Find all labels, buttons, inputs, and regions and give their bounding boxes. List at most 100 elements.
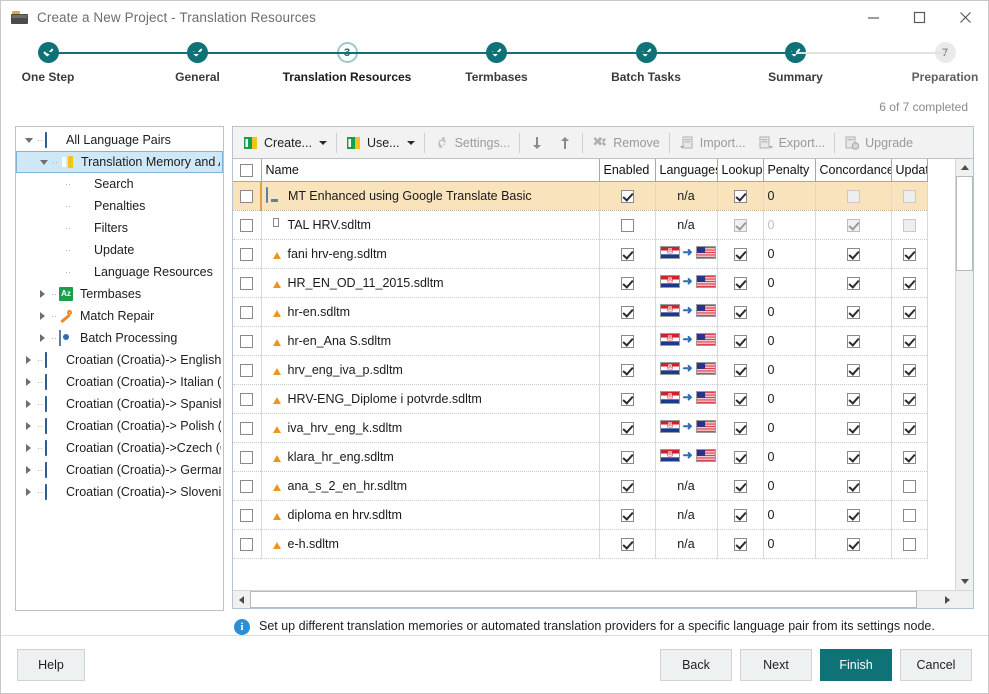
- update-cell[interactable]: [891, 210, 928, 240]
- column-header-concordance[interactable]: Concordance: [815, 159, 892, 182]
- chevron-down-icon[interactable]: [318, 140, 327, 145]
- row-select-checkbox[interactable]: [240, 537, 254, 551]
- concordance-checkbox[interactable]: [846, 537, 860, 551]
- select-all-checkbox[interactable]: [240, 163, 254, 177]
- penalty-cell[interactable]: 0: [763, 384, 816, 414]
- enabled-cell[interactable]: [599, 268, 656, 298]
- table-row[interactable]: HRV-ENG_Diplome i potvrde.sdltm ➜ 0: [233, 384, 928, 414]
- update-cell[interactable]: [891, 442, 928, 472]
- column-header-enabled[interactable]: Enabled: [599, 159, 656, 182]
- column-header-update[interactable]: Updat: [891, 159, 928, 182]
- table-row[interactable]: klara_hr_eng.sdltm ➜ 0: [233, 442, 928, 472]
- tree-item-penalties[interactable]: ·· Penalties: [16, 195, 223, 217]
- row-select-checkbox[interactable]: [240, 276, 254, 290]
- table-row[interactable]: MT Enhanced using Google Translate Basic…: [233, 181, 928, 211]
- penalty-cell[interactable]: 0: [763, 297, 816, 327]
- stepper-step-termbases[interactable]: Termbases: [422, 42, 572, 84]
- expander-expand-icon[interactable]: [36, 312, 49, 320]
- enabled-checkbox[interactable]: [620, 537, 634, 551]
- update-cell[interactable]: [891, 529, 928, 559]
- enabled-checkbox[interactable]: [620, 218, 634, 232]
- row-select-cell[interactable]: [233, 471, 262, 501]
- concordance-cell[interactable]: [815, 268, 892, 298]
- row-select-checkbox[interactable]: [240, 392, 254, 406]
- row-select-checkbox[interactable]: [240, 450, 254, 464]
- update-cell[interactable]: [891, 500, 928, 530]
- table-row[interactable]: iva_hrv_eng_k.sdltm ➜ 0: [233, 413, 928, 443]
- row-select-checkbox[interactable]: [240, 479, 254, 493]
- enabled-checkbox[interactable]: [620, 479, 634, 493]
- update-cell[interactable]: [891, 384, 928, 414]
- lookup-checkbox[interactable]: [733, 421, 747, 435]
- concordance-cell[interactable]: [815, 442, 892, 472]
- cancel-button[interactable]: Cancel: [900, 648, 972, 681]
- penalty-cell[interactable]: 0: [763, 181, 816, 211]
- tree-item-croatian-croatia-slovenian-sl[interactable]: ·· Croatian (Croatia)-> Slovenian (Sl: [16, 481, 223, 503]
- tree-item-language-resources[interactable]: ·· Language Resources: [16, 261, 223, 283]
- vertical-scrollbar[interactable]: [955, 159, 973, 590]
- penalty-cell[interactable]: 0: [763, 471, 816, 501]
- update-cell[interactable]: [891, 239, 928, 269]
- concordance-cell[interactable]: [815, 355, 892, 385]
- enabled-checkbox[interactable]: [620, 508, 634, 522]
- tree-item-croatian-croatia-polish-polan[interactable]: ·· Croatian (Croatia)-> Polish (Polan: [16, 415, 223, 437]
- penalty-cell[interactable]: 0: [763, 529, 816, 559]
- table-row[interactable]: diploma en hrv.sdltm n/a 0: [233, 500, 928, 530]
- import-button[interactable]: Import...: [673, 130, 752, 156]
- update-cell[interactable]: [891, 326, 928, 356]
- concordance-checkbox[interactable]: [846, 392, 860, 406]
- next-button[interactable]: Next: [740, 648, 812, 681]
- lookup-cell[interactable]: [717, 268, 764, 298]
- remove-button[interactable]: Remove: [586, 130, 666, 156]
- lookup-checkbox[interactable]: [733, 189, 747, 203]
- table-row[interactable]: e-h.sdltm n/a 0: [233, 529, 928, 559]
- row-select-cell[interactable]: [233, 384, 262, 414]
- lookup-cell[interactable]: [717, 529, 764, 559]
- lookup-cell[interactable]: [717, 500, 764, 530]
- enabled-checkbox[interactable]: [620, 276, 634, 290]
- row-select-checkbox[interactable]: [240, 247, 254, 261]
- table-row[interactable]: hr-en.sdltm ➜ 0: [233, 297, 928, 327]
- concordance-cell[interactable]: [815, 181, 892, 211]
- upgrade-button[interactable]: Upgrade: [838, 130, 919, 156]
- update-checkbox[interactable]: [902, 305, 916, 319]
- enabled-checkbox[interactable]: [620, 421, 634, 435]
- vertical-scroll-thumb[interactable]: [956, 176, 973, 271]
- tree-item-batch-processing[interactable]: ·· Batch Processing: [16, 327, 223, 349]
- row-select-cell[interactable]: [233, 442, 262, 472]
- enabled-cell[interactable]: [599, 355, 656, 385]
- use-button[interactable]: Use...: [340, 130, 421, 156]
- expander-expand-icon[interactable]: [22, 356, 35, 364]
- enabled-checkbox[interactable]: [620, 392, 634, 406]
- concordance-cell[interactable]: [815, 326, 892, 356]
- row-select-cell[interactable]: [233, 239, 262, 269]
- stepper-step-batch-tasks[interactable]: Batch Tasks: [571, 42, 721, 84]
- enabled-checkbox[interactable]: [620, 334, 634, 348]
- scroll-right-button[interactable]: [939, 591, 956, 608]
- enabled-checkbox[interactable]: [620, 247, 634, 261]
- concordance-checkbox[interactable]: [846, 508, 860, 522]
- tree-item-match-repair[interactable]: ·· Match Repair: [16, 305, 223, 327]
- lookup-cell[interactable]: [717, 181, 764, 211]
- enabled-cell[interactable]: [599, 471, 656, 501]
- lookup-cell[interactable]: [717, 471, 764, 501]
- column-header-select[interactable]: [233, 159, 262, 182]
- horizontal-scroll-thumb[interactable]: [250, 591, 917, 608]
- update-checkbox[interactable]: [902, 421, 916, 435]
- concordance-checkbox[interactable]: [846, 189, 860, 203]
- penalty-cell[interactable]: 0: [763, 355, 816, 385]
- update-checkbox[interactable]: [902, 508, 916, 522]
- lookup-cell[interactable]: [717, 210, 764, 240]
- enabled-cell[interactable]: [599, 297, 656, 327]
- tree-item-search[interactable]: ·· Search: [16, 173, 223, 195]
- enabled-cell[interactable]: [599, 529, 656, 559]
- update-checkbox[interactable]: [902, 363, 916, 377]
- enabled-cell[interactable]: [599, 384, 656, 414]
- vertical-scroll-track[interactable]: [956, 176, 973, 573]
- lookup-checkbox[interactable]: [733, 247, 747, 261]
- stepper-step-one-step[interactable]: One Step: [0, 42, 123, 84]
- chevron-down-icon[interactable]: [406, 140, 415, 145]
- scroll-down-button[interactable]: [956, 573, 973, 590]
- enabled-checkbox[interactable]: [620, 305, 634, 319]
- tree-item-filters[interactable]: ·· Filters: [16, 217, 223, 239]
